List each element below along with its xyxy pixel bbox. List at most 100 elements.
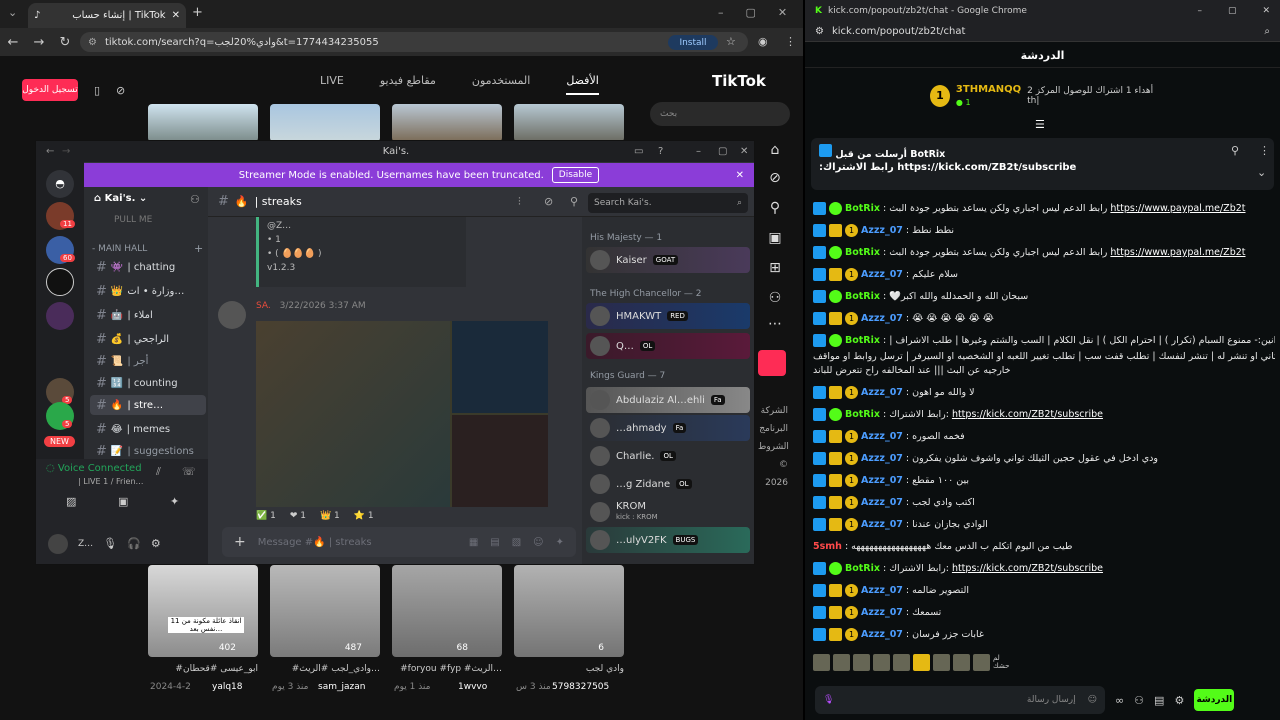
channel-pull-me[interactable]: PULL ME [114, 215, 152, 225]
chat-username[interactable]: BotRix [845, 334, 880, 348]
store-icon[interactable]: ▤ [1154, 694, 1164, 707]
gift-banner[interactable]: 1 3THMANQQ ● 1 أهداء 1 اشتراك للوصول المر… [805, 76, 1280, 116]
member-item[interactable]: HMAKWT RED [586, 303, 750, 329]
close-banner-icon[interactable]: ✕ [736, 170, 744, 181]
search-input[interactable]: Search Kai's. ⌕ [588, 193, 748, 213]
home-icon[interactable]: ⌂ [768, 142, 782, 158]
tab-menu-icon[interactable]: ⌄ [8, 6, 17, 19]
post-tags[interactable]: وادي لجب [516, 664, 624, 674]
reaction[interactable]: ✅ 1 [256, 511, 276, 521]
channel-item[interactable]: # 📜 | أجر [90, 351, 206, 371]
tab-videos[interactable]: مقاطع فيديو [380, 74, 436, 95]
voice-channel[interactable]: | LIVE 1 / Frien… [78, 477, 144, 486]
chat-username[interactable]: BotRix [845, 290, 880, 304]
add-attachment-icon[interactable]: + [234, 534, 246, 550]
apps-icon[interactable]: ✦ [556, 537, 564, 548]
following-icon[interactable]: ⚲ [768, 200, 782, 216]
emote-icon[interactable] [973, 654, 990, 671]
channel-item[interactable]: # 🤖 | املاء [90, 305, 206, 325]
server-icon[interactable] [46, 302, 74, 330]
image-collage[interactable] [256, 321, 548, 507]
live-icon[interactable]: ▣ [768, 230, 782, 246]
bookmark-star-icon[interactable]: ☆ [726, 35, 736, 48]
infinity-icon[interactable]: ∞ [1115, 694, 1124, 707]
emote-icon[interactable] [933, 654, 950, 671]
footer-link[interactable]: الشركة [758, 402, 788, 420]
reaction[interactable]: 👑 1 [320, 511, 340, 521]
chat-username[interactable]: Azzz_07 [861, 268, 903, 282]
search-input[interactable]: بحث [650, 102, 790, 126]
post-user[interactable]: 5798327505 [552, 682, 609, 692]
upload-icon[interactable]: ⊞ [768, 260, 782, 276]
post-user[interactable]: yalq18 [212, 682, 243, 692]
attachment-image[interactable] [256, 321, 450, 507]
login-button[interactable]: تسجيل الدخول [22, 79, 78, 101]
tab-users[interactable]: المستخدمون [472, 74, 530, 95]
chat-username[interactable]: Azzz_07 [861, 628, 903, 642]
chat-username[interactable]: Azzz_07 [861, 496, 903, 510]
emote-icon[interactable] [833, 654, 850, 671]
server-icon[interactable]: 5 [46, 402, 74, 430]
threads-icon[interactable]: ⫶ [518, 195, 521, 209]
member-item[interactable]: Charlie. OL [586, 443, 750, 469]
close-window-icon[interactable]: ✕ [1262, 6, 1270, 16]
member-item[interactable]: Abdulaziz Al…ehli Fa [586, 387, 750, 413]
tiktok-logo[interactable]: TikTok [712, 72, 766, 90]
pin-icon[interactable]: ⚲ [1231, 144, 1239, 157]
add-member-icon[interactable]: ⚇ [190, 193, 200, 206]
forward-icon[interactable]: → [26, 35, 52, 50]
site-info-icon[interactable]: ⚙ [88, 37, 97, 48]
back-icon[interactable]: ← [46, 146, 54, 157]
noise-suppression-icon[interactable]: ⫽ [156, 465, 161, 479]
message-input[interactable]: + Message #🔥 | streaks ▦ ▤ ▧ ☺ ✦ [222, 527, 576, 557]
emoji-icon[interactable]: ☺ [1088, 695, 1097, 705]
member-item[interactable]: …ulyV2FK BUGS [586, 527, 750, 553]
attachment-image[interactable] [452, 321, 548, 413]
chat-username[interactable]: Azzz_07 [861, 584, 903, 598]
emote-icon[interactable] [913, 654, 930, 671]
server-icon[interactable] [46, 268, 74, 296]
reaction[interactable]: ❤ 1 [290, 511, 306, 521]
category-header[interactable]: - MAIN HALL [92, 244, 147, 254]
address-bar[interactable]: ⚙ tiktok.com/search?q=وادي%20لجب&t=17744… [80, 32, 748, 52]
forward-icon[interactable]: → [62, 146, 70, 157]
disconnect-icon[interactable]: ☏ [182, 465, 196, 478]
maximize-icon[interactable]: ▢ [746, 6, 756, 19]
chat-input[interactable]: 🎙 إرسال رسالة ☺ [815, 686, 1105, 714]
post-tags[interactable]: #foryou #fyp #الريث… [394, 664, 502, 674]
video-thumbnail[interactable] [514, 104, 624, 142]
pinned-text[interactable]: :رابط الاشتراك https://kick.com/ZB2t/sub… [819, 162, 1076, 173]
member-item[interactable]: Q… OL [586, 333, 750, 359]
inbox-icon[interactable]: ▭ [634, 146, 643, 157]
disable-button[interactable]: Disable [551, 167, 600, 183]
channel-item[interactable]: # 🔥 | stre… [90, 395, 206, 415]
zoom-icon[interactable]: ⌕ [1264, 26, 1270, 37]
chat-username[interactable]: Azzz_07 [861, 452, 903, 466]
maximize-icon[interactable]: ▢ [718, 146, 727, 157]
chat-username[interactable]: Azzz_07 [861, 312, 903, 326]
video-thumbnail[interactable]: 487 [270, 565, 380, 657]
video-thumbnail[interactable]: انقاذ عائلة مكونة من 11 نفس بعد… 402 [148, 565, 258, 657]
microphone-icon[interactable]: 🎙 [823, 695, 834, 705]
tab-top[interactable]: الأفضل [566, 74, 599, 95]
phone-icon[interactable]: ▯ [94, 84, 100, 97]
chat-username[interactable]: Azzz_07 [861, 518, 903, 532]
users-icon[interactable]: ⚇ [1134, 694, 1144, 707]
pin-icon[interactable]: ⚲ [570, 195, 578, 208]
chat-username[interactable]: BotRix [845, 408, 880, 422]
tab-tiktok[interactable]: ♪ إنشاء حساب | TikTok ✕ [28, 3, 186, 28]
microphone-icon[interactable]: 🎙 [103, 537, 117, 550]
minimize-icon[interactable]: – [718, 6, 724, 19]
mute-icon[interactable]: ⊘ [544, 195, 553, 208]
chat-username[interactable]: BotRix [845, 246, 880, 260]
emote-icon[interactable] [873, 654, 890, 671]
compass-icon[interactable]: ⊘ [116, 84, 125, 97]
install-button[interactable]: Install [668, 35, 718, 50]
post-tags[interactable]: #وادي_لجب #الريث… [272, 664, 380, 674]
emote-icon[interactable] [893, 654, 910, 671]
voice-status[interactable]: ◌ Voice Connected [46, 463, 142, 474]
chat-username[interactable]: BotRix [845, 562, 880, 576]
channel-item[interactable]: # 👾 | chatting [90, 257, 206, 277]
screen-share-icon[interactable]: ▣ [118, 495, 128, 508]
headphones-icon[interactable]: 🎧 [127, 537, 141, 550]
